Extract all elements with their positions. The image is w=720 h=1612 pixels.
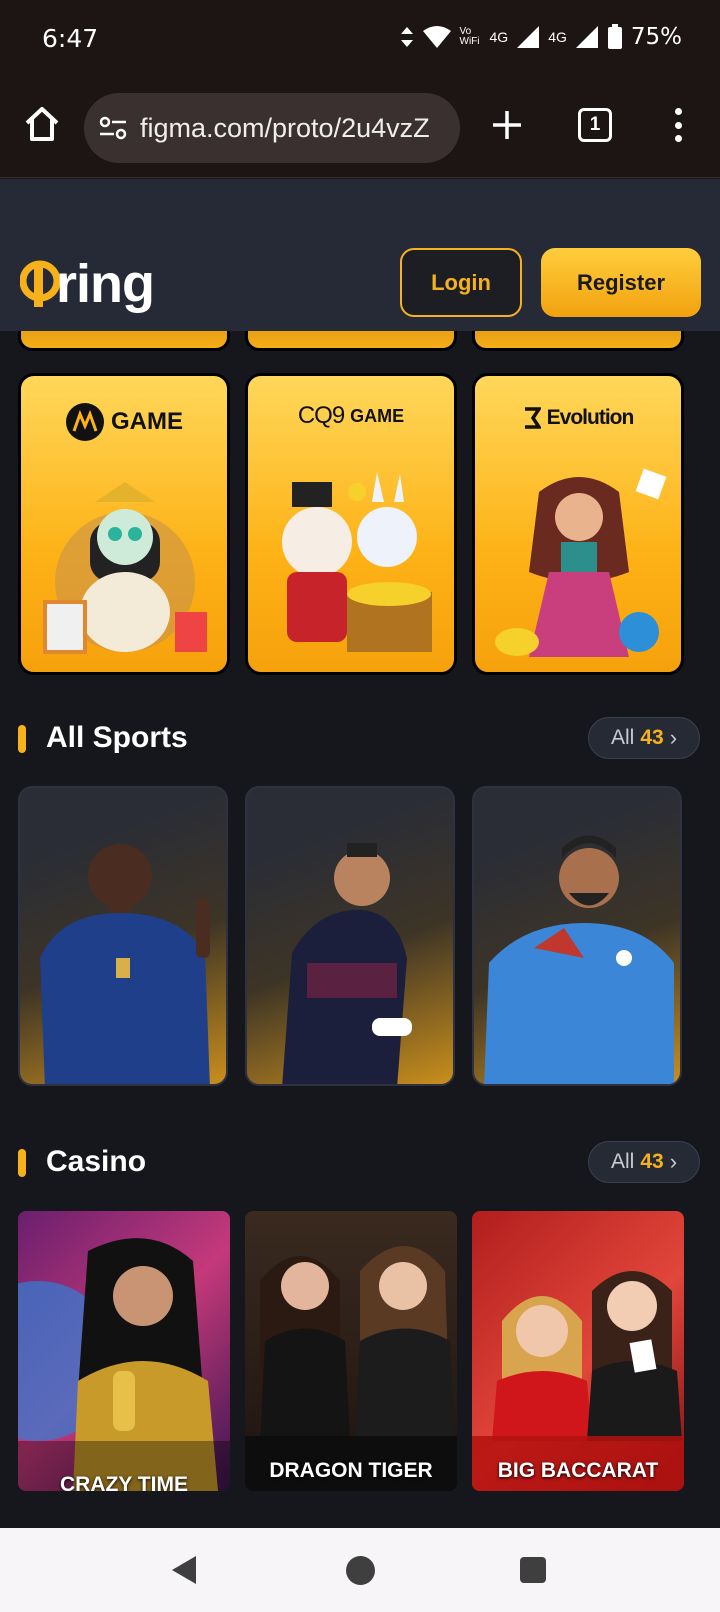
casino-card-crazy-time[interactable]: CRAZY TIME (18, 1211, 230, 1491)
more-menu-icon[interactable] (668, 108, 688, 142)
browser-toolbar: figma.com/proto/2u4vzZ 1 (0, 80, 720, 178)
sports-section-header: All Sports All 43 › (0, 717, 720, 761)
all-count: 43 (640, 1150, 664, 1173)
provider-card-partial[interactable] (245, 331, 457, 351)
battery-percent: 75% (630, 24, 682, 50)
casino-card-big-baccarat[interactable]: BIG BACCARAT (472, 1211, 684, 1491)
provider-name: GAME (350, 405, 405, 426)
casino-section-header: Casino All 43 › (0, 1141, 720, 1185)
section-accent-bar (18, 1149, 26, 1177)
evolution-e-icon (524, 407, 541, 429)
status-bar: 6:47 Vo WiFi 4G 4G 75% (0, 0, 720, 80)
android-navigation-bar (0, 1528, 720, 1612)
fring-logo[interactable]: fring ring (20, 249, 155, 315)
provider-name: Evolution (546, 406, 635, 429)
site-settings-icon[interactable] (98, 115, 128, 141)
sport-card-cricket[interactable] (472, 786, 682, 1086)
football-player-illustration (282, 843, 412, 1084)
microgaming-m-icon (66, 403, 104, 441)
game-label: BIG BACCARAT (497, 1459, 659, 1482)
signal-icon-2 (575, 26, 598, 48)
logo-f-mark (20, 260, 60, 307)
players-illustration (472, 1271, 684, 1491)
clock: 6:47 (42, 24, 99, 53)
recent-apps-icon[interactable] (520, 1557, 546, 1583)
chevron-right-icon: › (669, 725, 678, 750)
all-label: All (610, 726, 635, 749)
logo-wordmark: ring (56, 254, 155, 314)
host-illustration (18, 1238, 230, 1491)
provider-logo: CQ9 GAME (248, 402, 454, 430)
egyptian-queen-illustration (43, 482, 207, 654)
battery-icon (607, 24, 622, 49)
network-label-1: 4G (489, 29, 509, 45)
data-arrows-icon (400, 27, 413, 47)
dealers-illustration (245, 1246, 457, 1491)
game-label: DRAGON TIGER (269, 1459, 433, 1482)
dancer-illustration (495, 468, 667, 657)
casino-view-all-button[interactable]: All 43 › (588, 1141, 700, 1183)
sport-card-football-1[interactable] (18, 786, 228, 1086)
provider-card-microgaming[interactable]: GAME (18, 373, 230, 675)
chevron-right-icon: › (669, 1149, 678, 1174)
register-button[interactable]: Register (541, 248, 701, 317)
all-count: 43 (640, 726, 664, 749)
provider-name: GAME (111, 408, 183, 435)
signal-icon (517, 26, 540, 48)
football-player-illustration (40, 844, 210, 1084)
address-bar[interactable]: figma.com/proto/2u4vzZ (84, 93, 460, 163)
wifi-icon (422, 26, 451, 48)
section-accent-bar (18, 725, 26, 753)
section-title: All Sports (46, 721, 188, 754)
site-header: fring ring Login Register (0, 179, 720, 331)
provider-card-cq9[interactable]: CQ9 GAME (245, 373, 457, 675)
login-button[interactable]: Login (400, 248, 522, 317)
cq9-logo: CQ9 (297, 402, 345, 429)
all-label: All (610, 1150, 635, 1173)
game-label: CRAZY TIME (60, 1473, 188, 1491)
casino-card-dragon-tiger[interactable]: DRAGON TIGER (245, 1211, 457, 1491)
sports-view-all-button[interactable]: All 43 › (588, 717, 700, 759)
home-circle-icon[interactable] (346, 1556, 375, 1585)
provider-logo: Evolution (475, 406, 681, 430)
tab-switcher-button[interactable]: 1 (578, 108, 612, 142)
provider-card-partial[interactable] (18, 331, 230, 351)
vowifi-label: Vo WiFi (459, 26, 480, 47)
home-icon[interactable] (22, 104, 62, 144)
url-text[interactable]: figma.com/proto/2u4vzZ (140, 113, 430, 144)
sport-card-football-2[interactable] (245, 786, 455, 1086)
main-content[interactable]: GAME CQ9 GAME Evolution All Sports All 4… (0, 331, 720, 1528)
section-title: Casino (46, 1145, 147, 1178)
new-tab-icon[interactable] (490, 108, 524, 142)
provider-logo: GAME (21, 402, 227, 442)
network-label-2: 4G (548, 29, 567, 45)
cricket-player-illustration (484, 835, 674, 1084)
provider-card-partial[interactable] (472, 331, 684, 351)
mascots-treasure-illustration (282, 472, 432, 652)
provider-card-evolution[interactable]: Evolution (472, 373, 684, 675)
system-icons: Vo WiFi 4G 4G 75% (400, 24, 682, 50)
back-icon[interactable] (172, 1556, 196, 1584)
